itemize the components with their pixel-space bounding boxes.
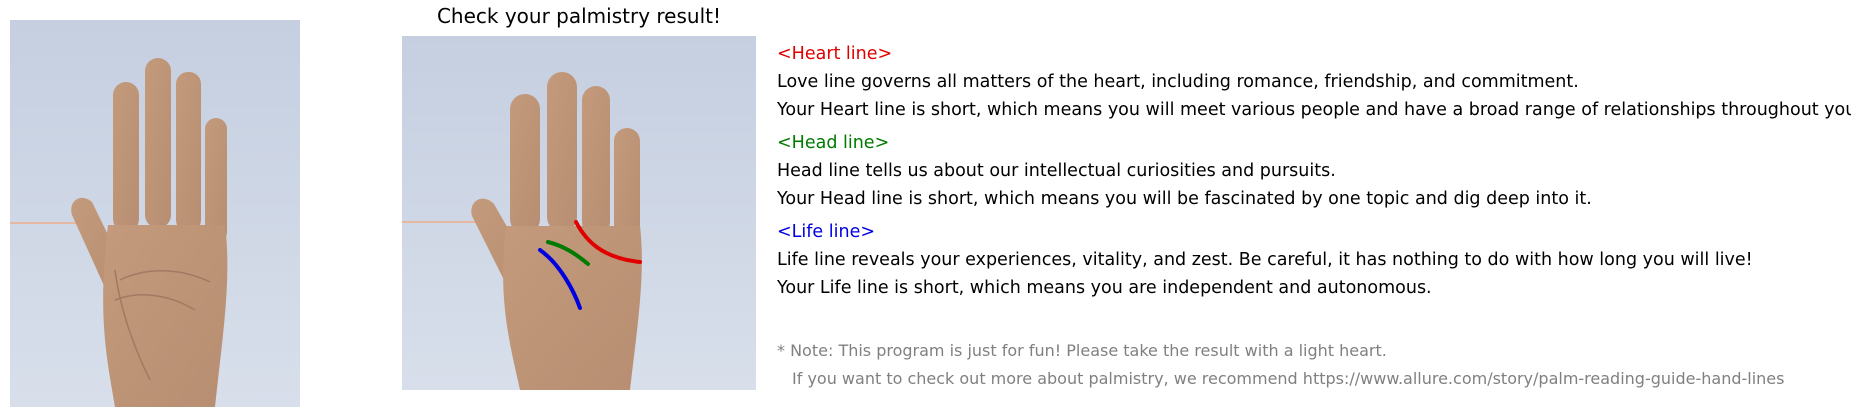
hand-illustration-annotated (402, 36, 756, 390)
heart-line-description: Love line governs all matters of the hea… (777, 72, 1579, 92)
original-hand-photo (10, 20, 300, 407)
head-line-description: Head line tells us about our intellectua… (777, 161, 1336, 181)
head-line-section: <Head line> Head line tells us about our… (777, 129, 1837, 213)
palmistry-result-page: Check your palmistry result! <Heart line… (0, 0, 1851, 415)
result-title: Check your palmistry result! (436, 4, 722, 28)
life-line-section: <Life line> Life line reveals your exper… (777, 218, 1837, 302)
note-line-2: If you want to check out more about palm… (792, 369, 1785, 388)
life-line-result: Your Life line is short, which means you… (777, 278, 1432, 298)
head-line-heading: <Head line> (777, 133, 890, 153)
note-line-1: * Note: This program is just for fun! Pl… (777, 341, 1387, 360)
result-hand-photo (402, 36, 756, 390)
life-line-description: Life line reveals your experiences, vita… (777, 250, 1753, 270)
hand-illustration (10, 20, 300, 407)
disclaimer-note: * Note: This program is just for fun! Pl… (777, 337, 1837, 393)
heart-line-heading: <Heart line> (777, 44, 893, 64)
head-line-result: Your Head line is short, which means you… (777, 189, 1592, 209)
palm-line-descriptions: <Heart line> Love line governs all matte… (777, 40, 1851, 307)
life-line-heading: <Life line> (777, 222, 876, 242)
heart-line-result: Your Heart line is short, which means yo… (777, 100, 1851, 120)
heart-line-section: <Heart line> Love line governs all matte… (777, 40, 1851, 124)
